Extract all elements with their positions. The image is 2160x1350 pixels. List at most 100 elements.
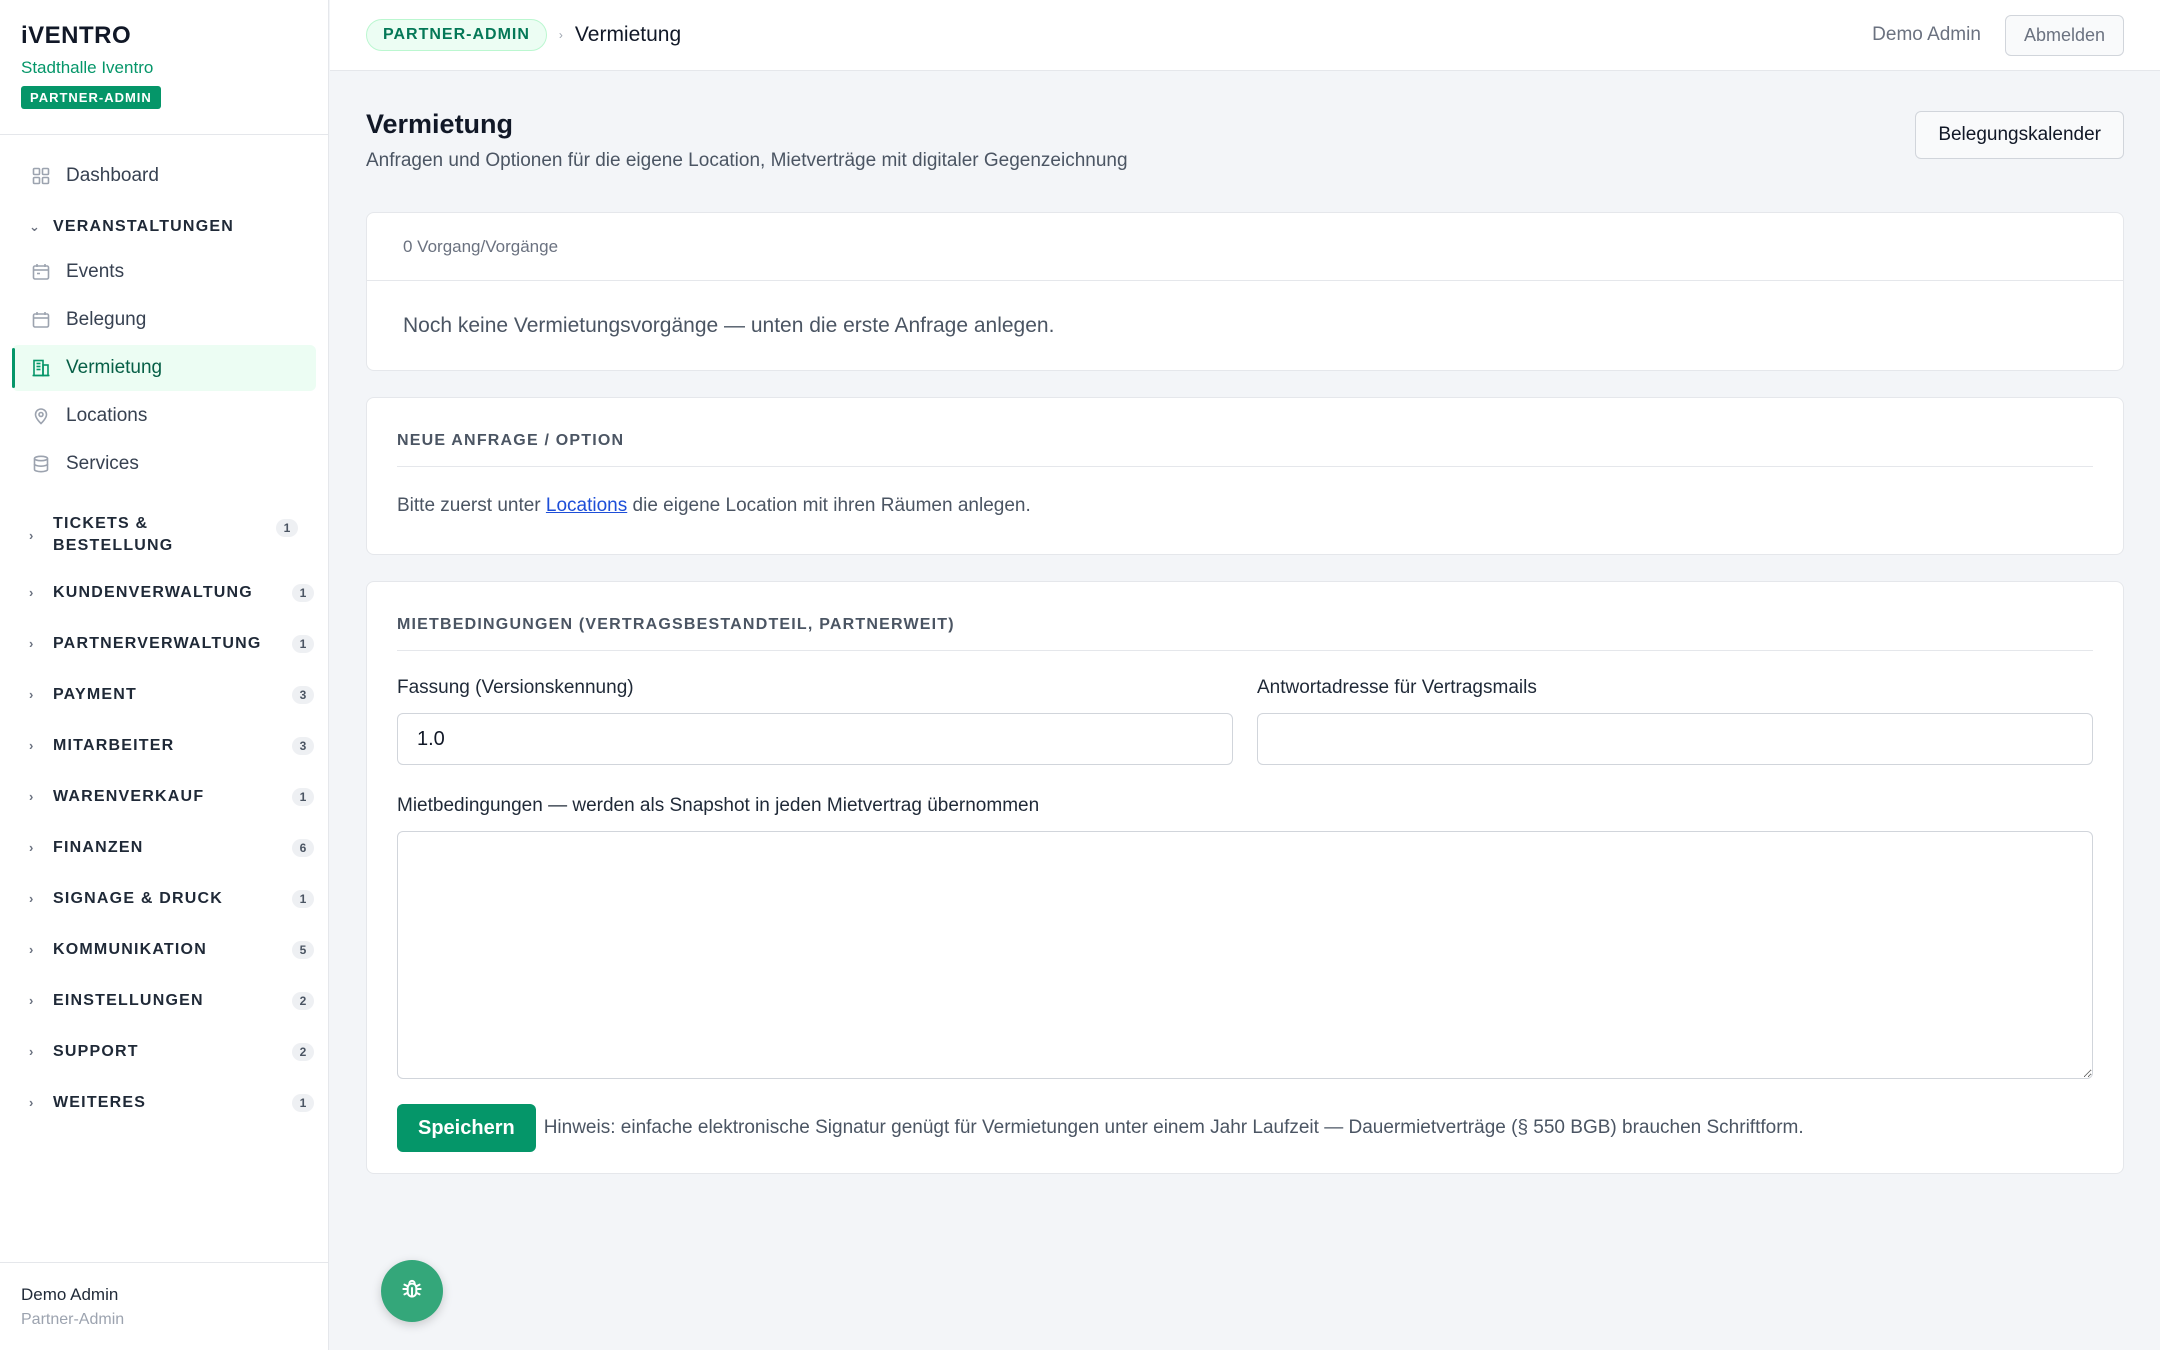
topbar-role-badge: PARTNER-ADMIN [366,19,547,51]
calendar-outline-icon [31,310,51,330]
reply-address-label: Antwortadresse für Vertragsmails [1257,677,1537,698]
sidebar-item-label: Services [66,453,139,474]
chevron-right-icon: › [29,942,35,957]
page-title: Vermietung [366,109,514,139]
terms-card: MIETBEDINGUNGEN (VERTRAGSBESTANDTEIL, PA… [366,581,2124,1174]
section-count-badge: 3 [292,736,314,755]
bug-report-button[interactable] [381,1260,443,1322]
section-count-badge: 1 [276,519,298,537]
section-support[interactable]: › SUPPORT 2 [12,1026,316,1077]
section-count-badge: 1 [292,583,314,602]
signature-hint: Hinweis: einfache elektronische Signatur… [543,1117,1804,1138]
building-icon [31,358,51,378]
version-input[interactable] [397,713,1233,765]
bug-icon [399,1276,425,1307]
new-request-title: NEUE ANFRAGE / OPTION [397,432,2093,467]
sidebar-item-services[interactable]: Services [12,441,316,487]
user-role: Partner-Admin [21,1311,125,1328]
chevron-right-icon: › [29,585,35,600]
section-count-badge: 3 [292,685,314,704]
main-content: Vermietung Anfragen und Optionen für die… [366,71,2124,1200]
section-count-badge: 1 [292,634,314,653]
topbar-user: Demo Admin [1872,24,1981,45]
section-payment[interactable]: › PAYMENT 3 [12,669,316,720]
version-label: Fassung (Versionskennung) [397,677,634,698]
reply-field-group: Antwortadresse für Vertragsmails [1257,677,2093,765]
user-name: Demo Admin [21,1285,119,1304]
chevron-down-icon: ⌄ [29,219,42,234]
section-kundenverwaltung[interactable]: › KUNDENVERWALTUNG 1 [12,567,316,618]
chevron-right-icon: › [29,789,35,804]
calendar-icon [31,262,51,282]
save-button[interactable]: Speichern [397,1104,536,1152]
chevron-right-icon: › [29,527,35,543]
brand-block: iVENTRO Stadthalle Iventro PARTNER-ADMIN [0,0,328,135]
topbar: PARTNER-ADMIN › Vermietung Demo Admin Ab… [330,0,2160,71]
chevron-right-icon: › [29,891,35,906]
chevron-right-icon: › [29,993,35,1008]
venue-name: Stadthalle Iventro [21,58,154,77]
save-row: Speichern Hinweis: einfache elektronisch… [397,1104,2093,1152]
sidebar-item-belegung[interactable]: Belegung [12,297,316,343]
sidebar-item-label: Belegung [66,309,147,330]
chevron-right-icon: › [29,1095,35,1110]
chevron-right-icon: › [29,738,35,753]
sidebar-item-label: Dashboard [66,165,159,186]
map-pin-icon [31,406,51,426]
terms-form-row: Fassung (Versionskennung) Antwortadresse… [397,677,2093,765]
sidebar-user: Demo Admin Partner-Admin [0,1262,328,1350]
brand-logo[interactable]: iVENTRO [21,22,307,50]
terms-field-group: Mietbedingungen — werden als Snapshot in… [397,795,2093,1084]
locations-link[interactable]: Locations [546,495,627,516]
records-empty-state: Noch keine Vermietungsvorgänge — unten d… [403,313,1055,337]
page-header: Vermietung Anfragen und Optionen für die… [366,71,2124,212]
section-count-badge: 6 [292,838,314,857]
section-count-badge: 2 [292,1042,314,1061]
terms-textarea[interactable] [397,831,2093,1079]
page-subtitle: Anfragen und Optionen für die eigene Loc… [366,150,1128,171]
section-signage-druck[interactable]: › SIGNAGE & DRUCK 1 [12,873,316,924]
logout-button[interactable]: Abmelden [2004,14,2124,56]
breadcrumb-current: Vermietung [574,23,682,46]
sidebar-item-label: Vermietung [66,357,163,378]
chevron-right-icon: › [29,1044,35,1059]
database-icon [31,454,51,474]
sidebar-item-label: Events [66,261,125,282]
sidebar: iVENTRO Stadthalle Iventro PARTNER-ADMIN… [0,0,329,1350]
breadcrumb-separator: › [558,28,563,42]
section-tickets-bestellung[interactable]: › TICKETS & BESTELLUNG [12,503,182,567]
sidebar-nav: Dashboard ⌄ VERANSTALTUNGEN Events Beleg… [0,135,328,1128]
section-warenverkauf[interactable]: › WARENVERKAUF 1 [12,771,316,822]
chevron-right-icon: › [29,636,35,651]
grid-icon [31,166,51,186]
section-einstellungen[interactable]: › EINSTELLUNGEN 2 [12,975,316,1026]
records-card: 0 Vorgang/Vorgänge Noch keine Vermietung… [366,212,2124,371]
sidebar-item-events[interactable]: Events [12,249,316,295]
calendar-button[interactable]: Belegungskalender [1915,111,2124,159]
version-field-group: Fassung (Versionskennung) [397,677,1233,765]
section-weiteres[interactable]: › WEITERES 1 [12,1077,316,1128]
section-count-badge: 1 [292,1093,314,1112]
section-count-badge: 1 [292,889,314,908]
section-count-badge: 5 [292,940,314,959]
section-count-badge: 2 [292,991,314,1010]
section-mitarbeiter[interactable]: › MITARBEITER 3 [12,720,316,771]
sidebar-item-locations[interactable]: Locations [12,393,316,439]
section-partnerverwaltung[interactable]: › PARTNERVERWALTUNG 1 [12,618,316,669]
role-badge: PARTNER-ADMIN [21,86,161,109]
section-count-badge: 1 [292,787,314,806]
sidebar-item-dashboard[interactable]: Dashboard [12,153,316,199]
section-veranstaltungen[interactable]: ⌄ VERANSTALTUNGEN [12,207,316,247]
chevron-right-icon: › [29,687,35,702]
records-count: 0 Vorgang/Vorgänge [367,213,2123,281]
new-request-hint: Bitte zuerst unter Locations die eigene … [397,495,1031,516]
sidebar-item-label: Locations [66,405,148,426]
sidebar-item-vermietung[interactable]: Vermietung [12,345,316,391]
reply-address-input[interactable] [1257,713,2093,765]
section-finanzen[interactable]: › FINANZEN 6 [12,822,316,873]
new-request-card: NEUE ANFRAGE / OPTION Bitte zuerst unter… [366,397,2124,555]
chevron-right-icon: › [29,840,35,855]
section-kommunikation[interactable]: › KOMMUNIKATION 5 [12,924,316,975]
terms-title: MIETBEDINGUNGEN (VERTRAGSBESTANDTEIL, PA… [397,616,2093,651]
